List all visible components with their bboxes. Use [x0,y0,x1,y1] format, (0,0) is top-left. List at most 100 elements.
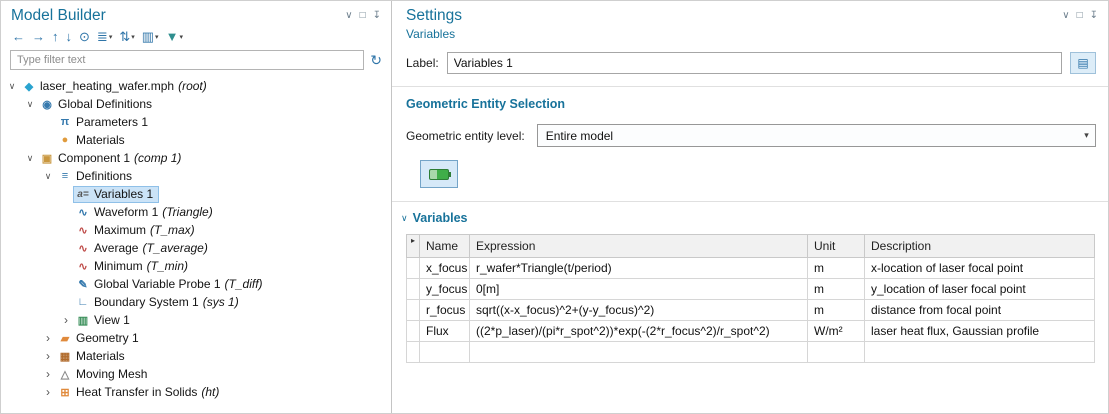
tree-item-boundary-system-1[interactable]: ∟Boundary System 1(sys 1) [1,293,391,311]
tree-item-component-1[interactable]: ∨▣Component 1(comp 1) [1,149,391,167]
chevron-down-icon[interactable]: ∨ [23,153,37,164]
edit-label-button[interactable]: ▤ [1070,52,1096,74]
col-header-expression[interactable]: Expression [470,235,808,258]
back-arrow-button[interactable]: ← [10,29,27,45]
row-selector-cell[interactable] [407,300,420,321]
tree-item-parameters-1[interactable]: πParameters 1 [1,113,391,131]
table-row[interactable]: Flux((2*p_laser)/(pi*r_spot^2))*exp(-(2*… [407,321,1095,342]
tree-item-materials[interactable]: ›▦Materials [1,347,391,365]
name-cell[interactable] [420,342,470,363]
chevron-down-icon[interactable]: ∨ [5,81,19,92]
entity-level-select[interactable]: Entire model ▾ [537,124,1096,147]
tree-item-content[interactable]: ∟Boundary System 1(sys 1) [73,294,245,311]
pin-icon[interactable]: ↧ [1090,10,1098,22]
filter-input[interactable] [10,50,364,70]
description-cell[interactable]: laser heat flux, Gaussian profile [865,321,1095,342]
tree-item-definitions[interactable]: ∨≡Definitions [1,167,391,185]
table-row[interactable]: x_focusr_wafer*Triangle(t/period)mx-loca… [407,258,1095,279]
chevron-right-icon[interactable]: › [59,315,73,325]
tree-item-content[interactable]: ◆laser_heating_wafer.mph(root) [19,78,213,95]
row-selector-cell[interactable] [407,321,420,342]
tree-item-content[interactable]: ✎Global Variable Probe 1(T_diff) [73,276,269,293]
columns-button[interactable]: ▥▾ [140,29,161,45]
chevron-right-icon[interactable]: › [41,351,55,361]
col-header-name[interactable]: Name [420,235,470,258]
tree-item-content[interactable]: ▣Component 1(comp 1) [37,150,187,167]
row-selector-cell[interactable] [407,279,420,300]
table-row[interactable] [407,342,1095,363]
tree-item-average[interactable]: ∿Average(T_average) [1,239,391,257]
name-cell[interactable]: y_focus [420,279,470,300]
name-cell[interactable]: x_focus [420,258,470,279]
tree-item-content[interactable]: πParameters 1 [55,114,154,131]
unit-cell[interactable]: m [808,279,865,300]
tree-item-content[interactable]: ⊞Heat Transfer in Solids(ht) [55,384,225,401]
expression-cell[interactable]: sqrt((x-x_focus)^2+(y-y_focus)^2) [470,300,808,321]
tree-item-content[interactable]: ∿Minimum(T_min) [73,258,194,275]
show-button[interactable]: ⊙ [77,29,92,45]
float-icon[interactable]: □ [360,10,366,22]
tree-item-view-1[interactable]: ›▥View 1 [1,311,391,329]
chevron-right-icon[interactable]: › [41,369,55,379]
col-header-unit[interactable]: Unit [808,235,865,258]
tree-item-content[interactable]: ∿Waveform 1(Triangle) [73,204,219,221]
expression-cell[interactable]: 0[m] [470,279,808,300]
chevron-down-icon[interactable]: ∨ [23,99,37,110]
float-icon[interactable]: □ [1077,10,1083,22]
tree-item-variables-1[interactable]: a=Variables 1 [1,185,391,203]
pin-icon[interactable]: ↧ [373,10,381,22]
tree-item-content[interactable]: ▦Materials [55,348,131,365]
description-cell[interactable] [865,342,1095,363]
chevron-down-icon[interactable]: ∨ [1062,10,1069,22]
tree-item-materials[interactable]: ●Materials [1,131,391,149]
tree-item-global-definitions[interactable]: ∨◉Global Definitions [1,95,391,113]
variables-section-heading[interactable]: ∨ Variables [400,211,1096,225]
unit-cell[interactable]: m [808,300,865,321]
forward-arrow-button[interactable]: → [30,29,47,45]
move-down-button[interactable]: ↓ [64,29,75,45]
description-cell[interactable]: distance from focal point [865,300,1095,321]
tree-item-maximum[interactable]: ∿Maximum(T_max) [1,221,391,239]
tree-item-content[interactable]: ▰Geometry 1 [55,330,145,347]
tree-item-heat-transfer-in-solids[interactable]: ›⊞Heat Transfer in Solids(ht) [1,383,391,401]
chevron-right-icon[interactable]: › [41,333,55,343]
chevron-down-icon[interactable]: ∨ [345,10,352,22]
table-row[interactable]: r_focussqrt((x-x_focus)^2+(y-y_focus)^2)… [407,300,1095,321]
tree-item-content[interactable]: ≡Definitions [55,168,138,185]
name-cell[interactable]: r_focus [420,300,470,321]
name-cell[interactable]: Flux [420,321,470,342]
tree-item-content[interactable]: ∿Maximum(T_max) [73,222,201,239]
refresh-icon[interactable]: ↻ [370,53,382,67]
tree-item-content[interactable]: ∿Average(T_average) [73,240,214,257]
description-cell[interactable]: y_location of laser focal point [865,279,1095,300]
row-selector-cell[interactable] [407,342,420,363]
unit-cell[interactable] [808,342,865,363]
expression-cell[interactable]: ((2*p_laser)/(pi*r_spot^2))*exp(-(2*r_fo… [470,321,808,342]
tree-item-moving-mesh[interactable]: ›△Moving Mesh [1,365,391,383]
unit-cell[interactable]: W/m² [808,321,865,342]
tree-item-content[interactable]: a=Variables 1 [73,186,159,203]
table-row[interactable]: y_focus0[m]my_location of laser focal po… [407,279,1095,300]
tree-item-minimum[interactable]: ∿Minimum(T_min) [1,257,391,275]
move-up-button[interactable]: ↑ [50,29,61,45]
expression-cell[interactable]: r_wafer*Triangle(t/period) [470,258,808,279]
tree-item-content[interactable]: ●Materials [55,132,131,149]
label-input[interactable] [447,52,1062,74]
sort-button[interactable]: ⇅▾ [117,29,136,45]
description-cell[interactable]: x-location of laser focal point [865,258,1095,279]
tree-item-waveform-1[interactable]: ∿Waveform 1(Triangle) [1,203,391,221]
tree-item-content[interactable]: ◉Global Definitions [37,96,158,113]
active-toggle-button[interactable] [420,160,458,188]
row-selector-cell[interactable] [407,258,420,279]
col-header-description[interactable]: Description [865,235,1095,258]
expression-cell[interactable] [470,342,808,363]
node-options-button[interactable]: ▼▾ [164,29,185,45]
tree-item-global-variable-probe-1[interactable]: ✎Global Variable Probe 1(T_diff) [1,275,391,293]
node-text-button[interactable]: ≣▾ [95,29,114,45]
unit-cell[interactable]: m [808,258,865,279]
chevron-down-icon[interactable]: ∨ [41,171,55,182]
tree-item-content[interactable]: △Moving Mesh [55,366,153,383]
tree-item-content[interactable]: ▥View 1 [73,312,136,329]
tree-item-laser-heating-wafer-mph[interactable]: ∨◆laser_heating_wafer.mph(root) [1,77,391,95]
tree-item-geometry-1[interactable]: ›▰Geometry 1 [1,329,391,347]
